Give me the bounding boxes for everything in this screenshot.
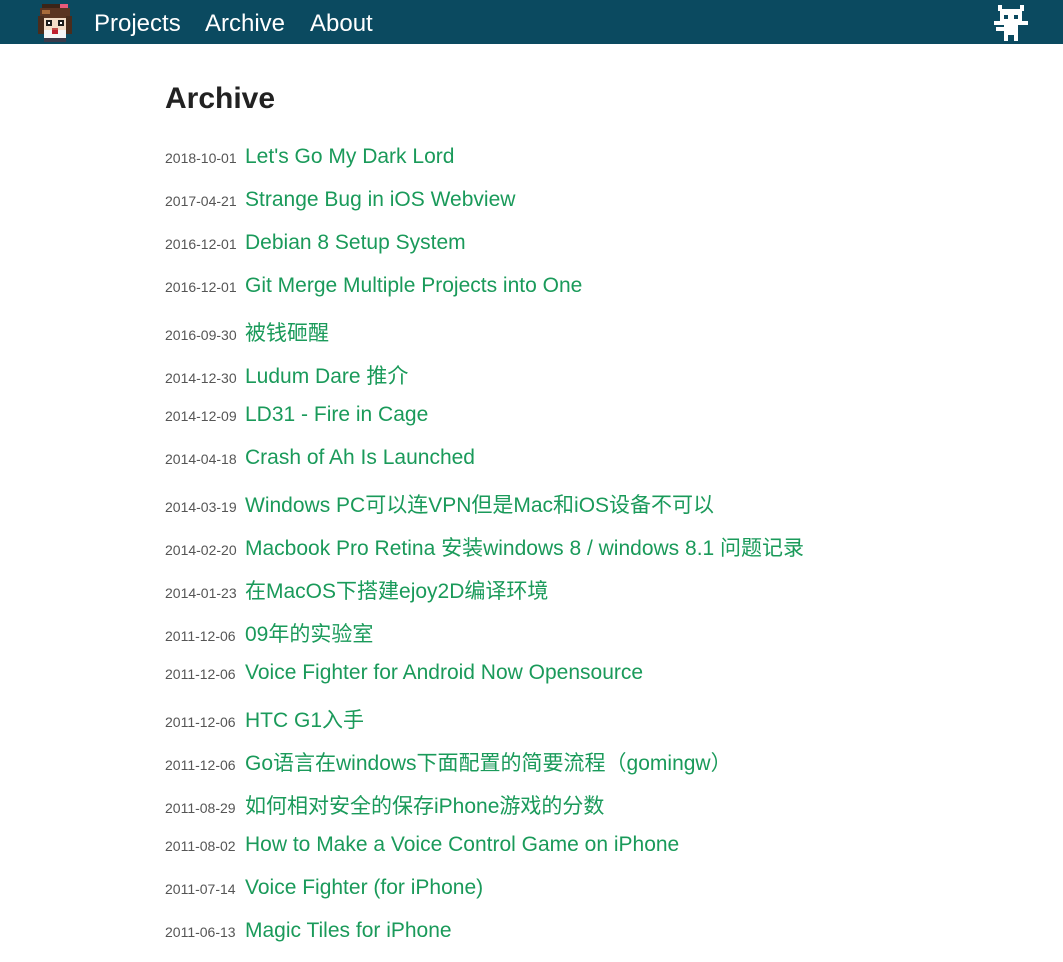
post-date: 2011-12-06 — [165, 666, 236, 682]
nav-archive-link[interactable]: Archive — [205, 10, 285, 38]
post-title-link[interactable]: Go语言在windows下面配置的简要流程（gomingw） — [245, 752, 732, 775]
post-title-link[interactable]: Let's Go My Dark Lord — [245, 145, 454, 168]
post-date: 2014-02-20 — [165, 542, 237, 558]
post-date: 2011-12-06 — [165, 757, 236, 773]
archive-list-item: 2014-12-09 LD31 - Fire in Cage — [165, 403, 804, 446]
archive-list-item: 2011-12-06 HTC G1入手 — [165, 704, 804, 747]
post-title-link[interactable]: 在MacOS下搭建ejoy2D编译环境 — [245, 580, 548, 603]
archive-list-item: 2011-12-06 Go语言在windows下面配置的简要流程（gomingw） — [165, 747, 804, 790]
archive-list-item: 2011-06-13 Magic Tiles for iPhone — [165, 919, 804, 962]
post-title-link[interactable]: LD31 - Fire in Cage — [245, 403, 428, 426]
archive-list-item: 2016-12-01 Debian 8 Setup System — [165, 231, 804, 274]
post-title-link[interactable]: How to Make a Voice Control Game on iPho… — [245, 833, 679, 856]
post-title-link[interactable]: 09年的实验室 — [245, 623, 373, 646]
post-title-link[interactable]: HTC G1入手 — [245, 709, 364, 732]
post-title-link[interactable]: Voice Fighter (for iPhone) — [245, 876, 483, 899]
github-octocat-icon — [994, 5, 1028, 41]
post-date: 2016-09-30 — [165, 327, 237, 343]
page-title: Archive — [165, 82, 276, 115]
post-date: 2011-12-06 — [165, 628, 236, 644]
post-date: 2017-04-21 — [165, 193, 237, 209]
archive-post-list: 2018-10-01 Let's Go My Dark Lord 2017-04-2… — [165, 145, 804, 962]
post-title-link[interactable]: Strange Bug in iOS Webview — [245, 188, 515, 211]
post-date: 2011-08-02 — [165, 838, 236, 854]
post-title-link[interactable]: 如何相对安全的保存iPhone游戏的分数 — [245, 795, 604, 818]
post-date: 2014-01-23 — [165, 585, 237, 601]
post-date: 2014-12-30 — [165, 370, 237, 386]
post-title-link[interactable]: Ludum Dare 推介 — [245, 365, 408, 388]
site-logo-link[interactable] — [36, 4, 74, 42]
archive-list-item: 2011-08-02 How to Make a Voice Control Ga… — [165, 833, 804, 876]
top-navbar: Projects Archive About — [0, 0, 1063, 44]
post-title-link[interactable]: Debian 8 Setup System — [245, 231, 466, 254]
github-link[interactable] — [994, 5, 1028, 41]
archive-list-item: 2016-09-30 被钱砸醒 — [165, 317, 804, 360]
nav-projects-link[interactable]: Projects — [94, 10, 181, 38]
post-date: 2011-07-14 — [165, 881, 236, 897]
post-date: 2014-04-18 — [165, 451, 237, 467]
post-title-link[interactable]: Crash of Ah Is Launched — [245, 446, 475, 469]
post-date: 2016-12-01 — [165, 279, 237, 295]
post-title-link[interactable]: Magic Tiles for iPhone — [245, 919, 452, 942]
archive-list-item: 2014-03-19 Windows PC可以连VPN但是Mac和iOS设备不可以 — [165, 489, 804, 532]
post-date: 2011-12-06 — [165, 714, 236, 730]
nav-about-link[interactable]: About — [310, 10, 373, 38]
archive-list-item: 2011-12-06 Voice Fighter for Android Now … — [165, 661, 804, 704]
post-date: 2014-12-09 — [165, 408, 237, 424]
post-date: 2011-06-13 — [165, 924, 236, 940]
archive-list-item: 2011-07-14 Voice Fighter (for iPhone) — [165, 876, 804, 919]
post-title-link[interactable]: Macbook Pro Retina 安装windows 8 / windows… — [245, 537, 804, 560]
archive-list-item: 2018-10-01 Let's Go My Dark Lord — [165, 145, 804, 188]
pixel-avatar-icon — [38, 4, 72, 42]
post-title-link[interactable]: Git Merge Multiple Projects into One — [245, 274, 582, 297]
post-title-link[interactable]: 被钱砸醒 — [245, 322, 329, 345]
post-title-link[interactable]: Windows PC可以连VPN但是Mac和iOS设备不可以 — [245, 494, 714, 517]
post-date: 2014-03-19 — [165, 499, 237, 515]
archive-list-item: 2011-12-06 09年的实验室 — [165, 618, 804, 661]
archive-list-item: 2017-04-21 Strange Bug in iOS Webview — [165, 188, 804, 231]
post-date: 2018-10-01 — [165, 150, 237, 166]
post-date: 2016-12-01 — [165, 236, 237, 252]
post-title-link[interactable]: Voice Fighter for Android Now Opensource — [245, 661, 643, 684]
archive-list-item: 2011-08-29 如何相对安全的保存iPhone游戏的分数 — [165, 790, 804, 833]
archive-list-item: 2014-02-20 Macbook Pro Retina 安装windows 8… — [165, 532, 804, 575]
post-date: 2011-08-29 — [165, 800, 236, 816]
archive-list-item: 2014-04-18 Crash of Ah Is Launched — [165, 446, 804, 489]
archive-list-item: 2014-12-30 Ludum Dare 推介 — [165, 360, 804, 403]
archive-list-item: 2016-12-01 Git Merge Multiple Projects in… — [165, 274, 804, 317]
archive-list-item: 2014-01-23 在MacOS下搭建ejoy2D编译环境 — [165, 575, 804, 618]
